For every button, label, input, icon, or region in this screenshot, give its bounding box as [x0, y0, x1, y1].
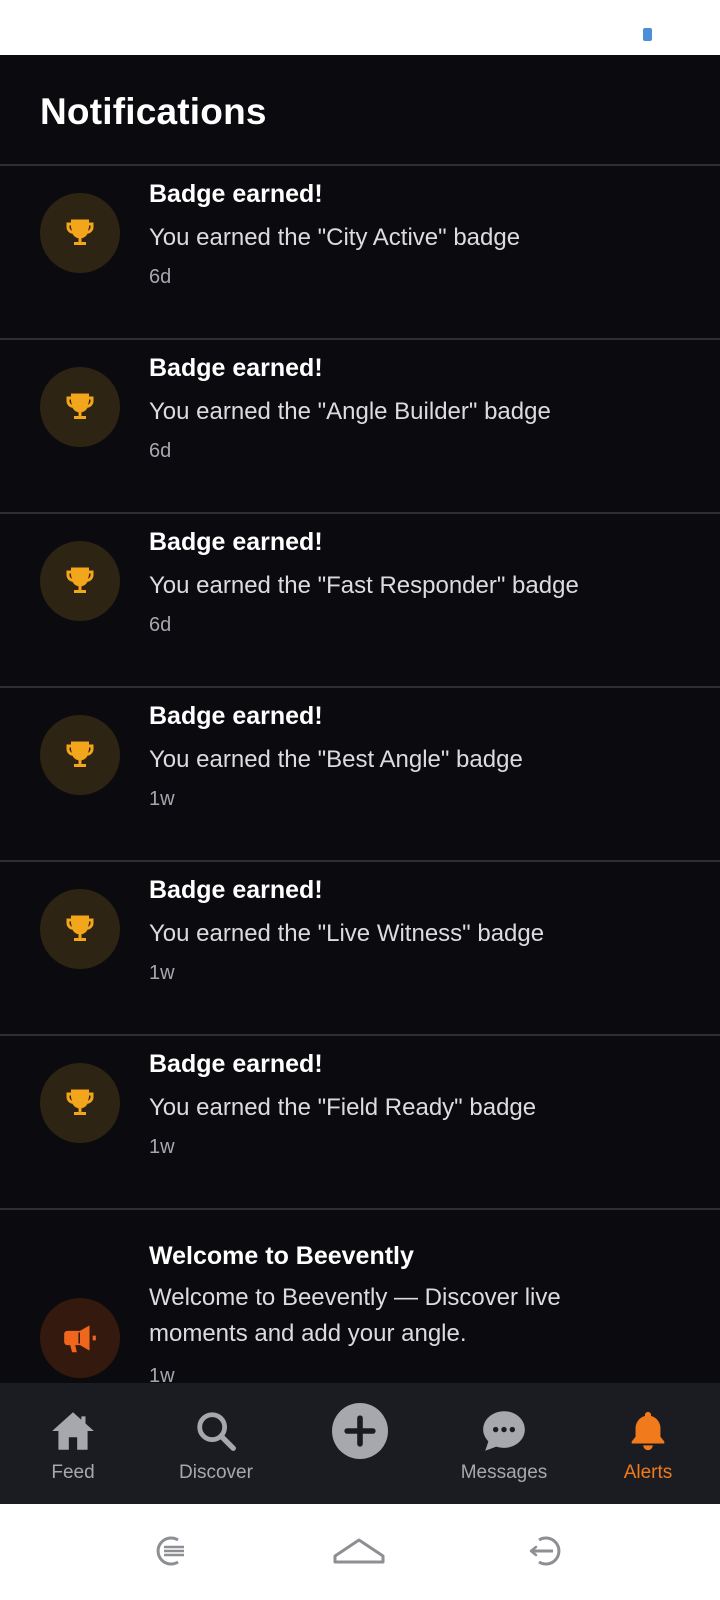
plus-circle-icon [332, 1403, 388, 1459]
trophy-icon [40, 541, 120, 621]
home-icon [48, 1406, 98, 1456]
back-icon[interactable] [525, 1532, 567, 1575]
trophy-icon [40, 889, 120, 969]
notification-title: Badge earned! [149, 876, 323, 904]
trophy-icon [40, 193, 120, 273]
chat-bubble-icon [479, 1406, 529, 1456]
home-button-icon[interactable] [332, 1532, 386, 1575]
nav-item-create[interactable] [290, 1383, 430, 1504]
notification-message: You earned the "Fast Responder" badge [149, 572, 579, 599]
megaphone-icon [40, 1298, 120, 1378]
notification-time: 1w [149, 962, 175, 984]
notification-time: 6d [149, 266, 172, 288]
nav-label: Discover [179, 1462, 253, 1483]
notification-time: 6d [149, 614, 172, 636]
notification-time: 6d [149, 440, 172, 462]
nav-item-feed[interactable]: Feed [3, 1383, 143, 1504]
notification-message: Welcome to Beevently — Discover live mom… [149, 1284, 561, 1347]
notification-item[interactable]: Badge earned! You earned the "Angle Buil… [0, 340, 720, 514]
notification-item[interactable]: Badge earned! You earned the "City Activ… [0, 166, 720, 340]
notification-time: 1w [149, 1365, 175, 1383]
recents-icon[interactable] [150, 1532, 192, 1575]
notification-message: You earned the "Live Witness" badge [149, 920, 545, 947]
notification-list: Badge earned! You earned the "City Activ… [0, 166, 720, 1383]
system-navigation-bar [0, 1504, 720, 1600]
notification-item[interactable]: Welcome to Beevently Welcome to Beeventl… [0, 1210, 720, 1383]
status-bar [0, 0, 720, 55]
notification-message: You earned the "City Active" badge [149, 224, 521, 251]
nav-item-discover[interactable]: Discover [146, 1383, 286, 1504]
nav-item-alerts[interactable]: Alerts [578, 1383, 718, 1504]
trophy-icon [40, 715, 120, 795]
notification-item[interactable]: Badge earned! You earned the "Field Read… [0, 1036, 720, 1210]
notification-title: Badge earned! [149, 1050, 323, 1078]
nav-label: Messages [460, 1462, 548, 1483]
status-indicator-icon [643, 28, 652, 41]
notification-title: Welcome to Beevently [149, 1242, 414, 1270]
bell-icon [625, 1406, 671, 1456]
bottom-nav: Feed Discover Messages Alerts [0, 1383, 720, 1504]
trophy-icon [40, 1063, 120, 1143]
nav-label: Feed [51, 1462, 95, 1483]
search-icon [193, 1406, 239, 1456]
nav-label: Alerts [623, 1462, 673, 1483]
notification-message: You earned the "Angle Builder" badge [149, 398, 551, 425]
notification-item[interactable]: Badge earned! You earned the "Fast Respo… [0, 514, 720, 688]
header: Notifications [0, 55, 720, 165]
notification-title: Badge earned! [149, 354, 323, 382]
trophy-icon [40, 367, 120, 447]
notification-message: You earned the "Field Ready" badge [149, 1094, 537, 1121]
notification-time: 1w [149, 1136, 175, 1158]
notification-item[interactable]: Badge earned! You earned the "Live Witne… [0, 862, 720, 1036]
nav-item-messages[interactable]: Messages [434, 1383, 574, 1504]
notification-time: 1w [149, 788, 175, 810]
notification-item[interactable]: Badge earned! You earned the "Best Angle… [0, 688, 720, 862]
page-title: Notifications [40, 91, 267, 132]
notification-title: Badge earned! [149, 702, 323, 730]
notification-title: Badge earned! [149, 528, 323, 556]
notification-message: You earned the "Best Angle" badge [149, 746, 523, 773]
notification-title: Badge earned! [149, 180, 323, 208]
